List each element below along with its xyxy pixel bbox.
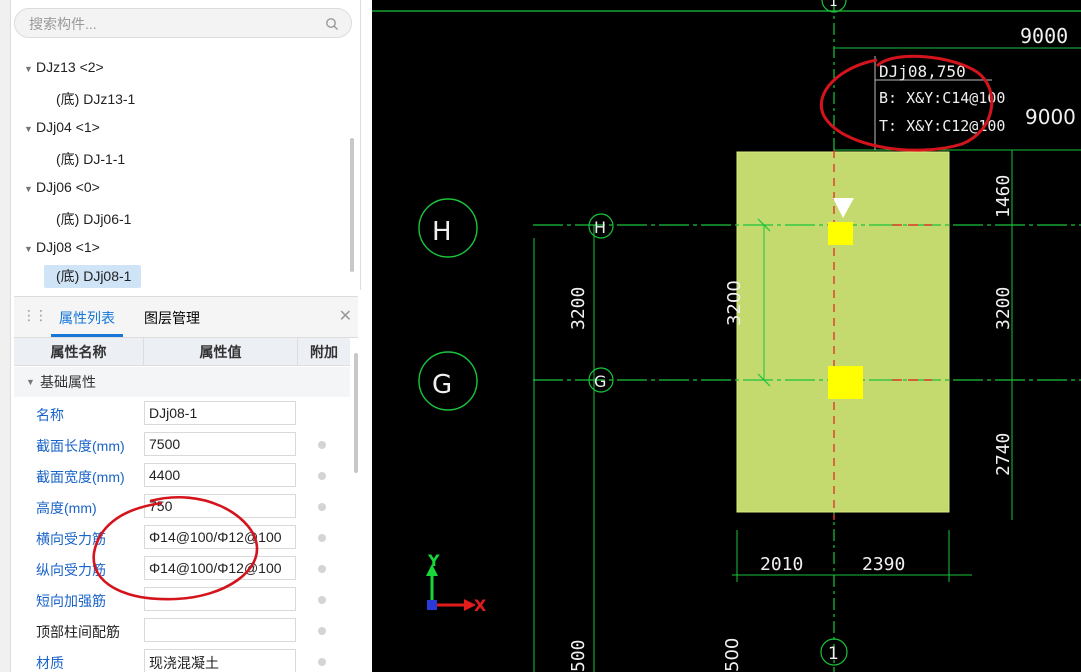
collapse-triangle-icon[interactable]: ▼: [26, 367, 35, 397]
property-name: 顶部柱间配筋: [36, 624, 120, 640]
ucs-origin-icon: [427, 600, 437, 610]
collapse-triangle-icon[interactable]: ▼: [24, 244, 36, 254]
tab-layer-management[interactable]: 图层管理: [144, 308, 200, 328]
properties-panel: ⋮⋮ 属性列表 图层管理 ✕ 属性名称 属性值 附加 ▼ 基础属性 名称 DJj…: [14, 296, 358, 672]
dim-text-3200-right: 3200: [993, 287, 1014, 330]
property-name: 名称: [36, 407, 64, 423]
dim-text-right-top: 9000: [1025, 105, 1076, 129]
property-row-section-width: 截面宽度(mm) 4400: [14, 460, 350, 491]
property-group-label: 基础属性: [40, 374, 96, 390]
property-group-basic[interactable]: ▼ 基础属性: [14, 367, 350, 397]
column-header-attach: 附加: [298, 338, 350, 366]
attach-checkbox[interactable]: [318, 503, 326, 511]
left-panel: ▼DJz13 <2> (底) DJz13-1 ▼DJj04 <1> (底) DJ…: [0, 0, 372, 672]
column-header-name: 属性名称: [14, 338, 144, 366]
dim-text-2010: 2010: [760, 554, 803, 575]
attach-checkbox[interactable]: [318, 627, 326, 635]
collapse-triangle-icon[interactable]: ▼: [24, 124, 36, 134]
properties-scrollbar[interactable]: [354, 353, 358, 473]
dim-text-1460: 1460: [993, 175, 1014, 218]
tree-item-dj-1-1[interactable]: (底) DJ-1-1: [56, 149, 125, 169]
property-value-field[interactable]: DJj08-1: [144, 401, 296, 425]
property-value-field[interactable]: [144, 618, 296, 642]
tree-item-label: (底) DJ-1-1: [56, 151, 126, 167]
attach-checkbox[interactable]: [318, 472, 326, 480]
tree-item-label: (底) DJj06-1: [56, 211, 132, 227]
collapse-triangle-icon[interactable]: ▼: [24, 64, 36, 74]
search-icon[interactable]: [325, 17, 339, 31]
ucs-y-label: Y: [427, 551, 440, 570]
close-icon[interactable]: ✕: [339, 306, 352, 326]
property-row-material: 材质 现浇混凝土: [14, 646, 350, 672]
dim-text-2390: 2390: [862, 554, 905, 575]
dim-text-2740: 2740: [993, 433, 1014, 476]
tree-item-djj08-1[interactable]: (底) DJj08-1: [44, 265, 142, 288]
tree-group-djz13[interactable]: ▼ DJz13 <2>: [24, 59, 104, 75]
tree-scrollbar[interactable]: [350, 138, 354, 272]
column-lower[interactable]: [828, 366, 863, 399]
attach-checkbox[interactable]: [318, 441, 326, 449]
outer-strip: [0, 0, 11, 672]
dim-text-top: 9000: [1020, 24, 1068, 48]
property-value-field[interactable]: 4400: [144, 463, 296, 487]
dim-text-500-mid: 500: [722, 638, 743, 672]
ucs-x-label: X: [474, 596, 487, 615]
tree-group-djj04[interactable]: ▼ DJj04 <1>: [24, 119, 100, 135]
column-header-value: 属性值: [144, 338, 298, 366]
properties-tabs: ⋮⋮ 属性列表 图层管理 ✕: [14, 297, 358, 338]
tree-group-label: DJj04 <1>: [36, 119, 100, 135]
property-name: 材质: [36, 655, 64, 671]
axis-label-g-small: G: [594, 372, 606, 391]
tree-item-djz13-1[interactable]: (底) DJz13-1: [56, 89, 135, 109]
tree-group-label: DJj06 <0>: [36, 179, 100, 195]
tree-item-label: (底) DJj08-1: [44, 265, 142, 288]
axis-label-h-small: H: [594, 218, 606, 237]
search-box[interactable]: [14, 8, 352, 38]
property-row-top-column-rebar: 顶部柱间配筋: [14, 615, 350, 646]
axis-label-g-large: G: [432, 370, 452, 400]
tree-group-djj08[interactable]: ▼ DJj08 <1>: [24, 239, 100, 255]
tab-property-list[interactable]: 属性列表: [51, 308, 123, 337]
search-input[interactable]: [27, 14, 311, 34]
collapse-triangle-icon[interactable]: ▼: [24, 184, 36, 194]
dim-text-3200-left: 3200: [568, 287, 589, 330]
axis-label-h-large: H: [432, 217, 452, 247]
tree-item-label: (底) DJz13-1: [56, 91, 136, 107]
dim-text-500-left: 500: [568, 639, 589, 672]
tree-group-label: DJj08 <1>: [36, 239, 100, 255]
attach-checkbox[interactable]: [318, 596, 326, 604]
attach-checkbox[interactable]: [318, 534, 326, 542]
dim-text-3200-mid: 3200: [724, 280, 745, 326]
column-upper[interactable]: [828, 222, 853, 245]
axis-label-1-bottom: 1: [828, 644, 839, 664]
tree-group-label: DJz13 <2>: [36, 59, 104, 75]
property-row-name: 名称 DJj08-1: [14, 398, 350, 429]
red-annotation-circle: [92, 495, 259, 601]
tree-item-djj06-1[interactable]: (底) DJj06-1: [56, 209, 131, 229]
attach-checkbox[interactable]: [318, 658, 326, 666]
attach-checkbox[interactable]: [318, 565, 326, 573]
property-value-field[interactable]: 7500: [144, 432, 296, 456]
cad-drawing-canvas[interactable]: H G H G 1 1 9000 9000 3200 3200 1460 320…: [372, 0, 1081, 672]
axis-label-1-top: 1: [829, 0, 838, 10]
property-name: 截面长度(mm): [36, 438, 125, 454]
property-name: 截面宽度(mm): [36, 469, 125, 485]
footing-label-line2: B: X&Y:C14@100: [879, 89, 1005, 107]
property-row-section-length: 截面长度(mm) 7500: [14, 429, 350, 460]
drag-grip-icon[interactable]: ⋮⋮: [22, 307, 48, 324]
component-tree-panel: ▼DJz13 <2> (底) DJz13-1 ▼DJj04 <1> (底) DJ…: [14, 0, 361, 290]
property-value-field[interactable]: 现浇混凝土: [144, 649, 296, 672]
tree-group-djj06[interactable]: ▼ DJj06 <0>: [24, 179, 100, 195]
footing-label-line1: DJj08,750: [879, 62, 966, 81]
